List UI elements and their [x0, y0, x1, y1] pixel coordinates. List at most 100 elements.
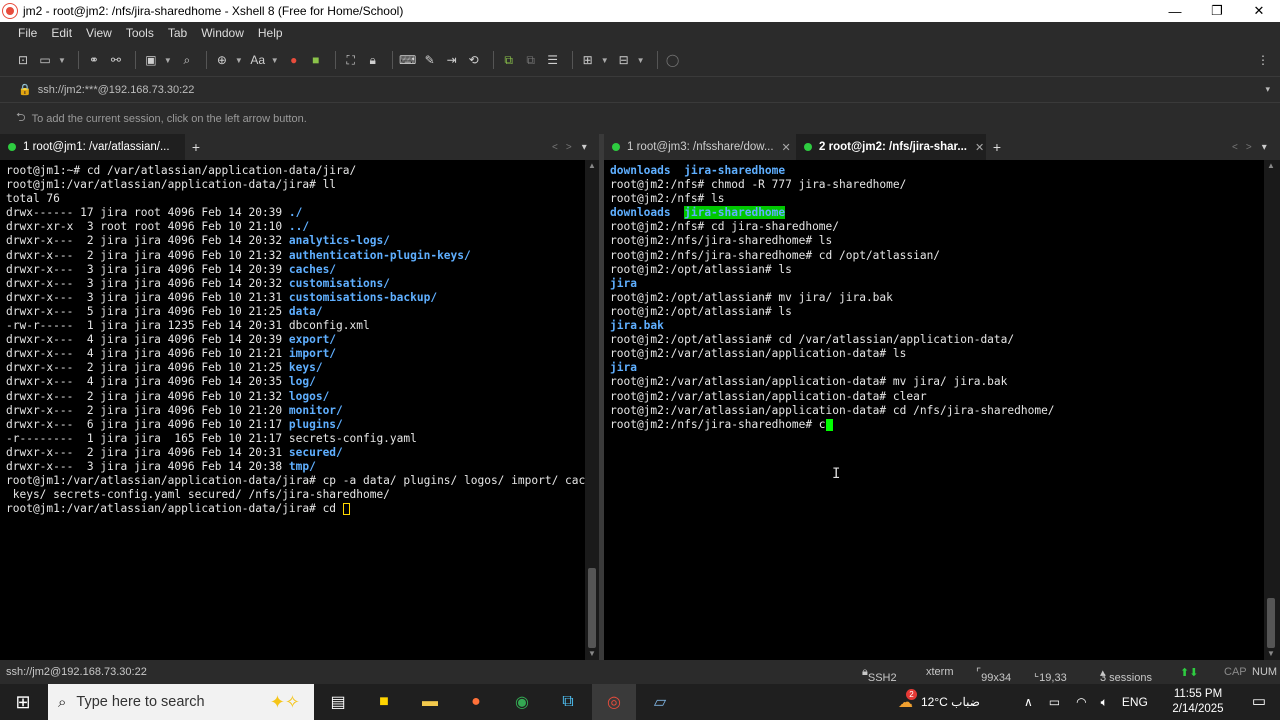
restore-button[interactable]: ❐ [1196, 0, 1238, 22]
terminal-line: drwxr-x--- 5 jira jira 4096 Feb 10 21:25… [6, 305, 585, 319]
layout-icon[interactable]: ⊟ [615, 51, 633, 69]
taskbar-search[interactable]: ⌕ Type here to search ✦✧ [48, 684, 314, 720]
terminal-line: drwxr-x--- 2 jira jira 4096 Feb 14 20:31… [6, 446, 585, 460]
menu-tab[interactable]: Tab [168, 26, 187, 40]
properties-icon[interactable]: ▣ [142, 51, 160, 69]
tab-prev-icon[interactable]: < [1232, 142, 1238, 153]
scroll-up-icon[interactable]: ▲ [585, 160, 599, 172]
tab-prev-icon[interactable]: < [552, 142, 558, 153]
volume-muted-icon[interactable]: 🔈︎ [1101, 695, 1108, 710]
chevron-down-icon[interactable]: ▼ [601, 56, 609, 65]
directory-name: downloads [610, 206, 671, 220]
connect-icon[interactable]: ⚭ [85, 51, 103, 69]
font-icon[interactable]: Aa [249, 51, 267, 69]
chevron-down-icon[interactable]: ▼ [637, 56, 645, 65]
menu-window[interactable]: Window [201, 26, 244, 40]
terminal-pane-right[interactable]: downloads jira-sharedhome root@jm2:/nfs# … [604, 160, 1264, 660]
battery-icon[interactable]: ▭ [1049, 695, 1060, 709]
menu-help[interactable]: Help [258, 26, 283, 40]
menu-tools[interactable]: Tools [126, 26, 154, 40]
chevron-down-icon[interactable]: ▾ [1265, 84, 1270, 95]
task-view-icon[interactable]: ▤ [316, 684, 360, 720]
add-session-arrow-icon[interactable]: ⮌ [16, 108, 26, 129]
terminal-output[interactable]: root@jm1:~# cd /var/atlassian/applicatio… [6, 164, 585, 516]
close-tab-icon[interactable]: ✕ [975, 141, 984, 154]
xftp-icon[interactable]: ■ [307, 51, 325, 69]
taskbar-clock[interactable]: 11:55 PM 2/14/2025 [1168, 687, 1228, 717]
menu-edit[interactable]: Edit [51, 26, 72, 40]
more-icon[interactable]: ⋮ [1254, 51, 1272, 69]
fullscreen-icon[interactable]: ⛶ [342, 51, 360, 69]
tile-icon[interactable]: ⧉ [500, 51, 518, 69]
terminal-output[interactable]: downloads jira-sharedhome root@jm2:/nfs# … [610, 164, 1055, 432]
disconnect-icon[interactable]: ⚯ [107, 51, 125, 69]
status-terminal: xterm [926, 666, 954, 678]
new-session-icon[interactable]: ⊡ [14, 51, 32, 69]
scroll-thumb[interactable] [1267, 598, 1275, 648]
chrome-icon[interactable]: ◉ [500, 684, 544, 720]
tab-list-icon[interactable]: ▾ [1262, 142, 1267, 153]
scroll-up-icon[interactable]: ▲ [1264, 160, 1278, 172]
globe-icon[interactable]: ⊕ [213, 51, 231, 69]
new-tab-icon[interactable]: ⊞ [579, 51, 597, 69]
scrollbar-left[interactable]: ▲ ▼ [585, 160, 599, 660]
minimize-button[interactable]: — [1154, 0, 1196, 22]
sticky-notes-icon[interactable]: ■ [362, 684, 406, 720]
add-tab-button[interactable]: + [185, 134, 207, 160]
weather-widget[interactable]: ☁ 2 12°C ضباب [898, 684, 980, 720]
chat-icon[interactable]: ◯ [664, 51, 682, 69]
address-text[interactable]: ssh://jm2:***@192.168.73.30:22 [38, 84, 195, 96]
chevron-down-icon[interactable]: ▼ [58, 56, 66, 65]
hint-text: To add the current session, click on the… [31, 112, 307, 125]
file-explorer-icon[interactable]: ▬ [408, 684, 452, 720]
address-bar[interactable]: 🔒 ssh://jm2:***@192.168.73.30:22 ▾ [0, 76, 1280, 102]
pencil-icon[interactable]: ✎ [421, 51, 439, 69]
tab-jm3[interactable]: 1 root@jm3: /nfsshare/dow... ✕ [604, 134, 796, 160]
xshell-taskbar-icon[interactable]: ◎ [592, 684, 636, 720]
windows-start-icon[interactable]: ⊞ [0, 684, 46, 720]
tab-jm1[interactable]: 1 root@jm1: /var/atlassian/... [0, 134, 185, 160]
terminal-line: root@jm2:/var/atlassian/application-data… [610, 375, 1055, 389]
directory-name: log/ [288, 375, 316, 389]
scrollbar-right[interactable]: ▲ ▼ [1264, 160, 1280, 660]
scroll-down-icon[interactable]: ▼ [1264, 648, 1278, 660]
tab-next-icon[interactable]: > [566, 142, 572, 153]
chevron-down-icon[interactable]: ▼ [164, 56, 172, 65]
keyboard-icon[interactable]: ⌨ [399, 51, 417, 69]
remote-desktop-icon[interactable]: ⧉ [546, 684, 590, 720]
tab-list-icon[interactable]: ▾ [582, 142, 587, 153]
tab-next-icon[interactable]: > [1246, 142, 1252, 153]
chevron-down-icon[interactable]: ▼ [235, 56, 243, 65]
notepad-icon[interactable]: ▱ [638, 684, 682, 720]
directory-name: tmp/ [288, 459, 316, 473]
search-icon[interactable]: ⌕ [178, 51, 196, 69]
status-sessions[interactable]: 3 sessions ▴ [1100, 666, 1152, 684]
tab-jm2[interactable]: 2 root@jm2: /nfs/jira-shar... ✕ [796, 134, 986, 160]
terminal-text: drwxr-x--- 3 jira jira 4096 Feb 14 20:32 [6, 276, 289, 290]
language-indicator[interactable]: ENG [1122, 695, 1148, 709]
scroll-down-icon[interactable]: ▼ [585, 648, 599, 660]
terminal-line: drwxr-x--- 4 jira jira 4096 Feb 14 20:35… [6, 375, 585, 389]
xshell-icon[interactable]: ● [285, 51, 303, 69]
send-icon[interactable]: ⇥ [443, 51, 461, 69]
notification-icon[interactable]: ▭ [1252, 692, 1266, 710]
chevron-down-icon[interactable]: ▼ [271, 56, 279, 65]
add-tab-button[interactable]: + [986, 134, 1008, 160]
chevron-up-icon[interactable]: ∧ [1024, 695, 1033, 709]
scroll-thumb[interactable] [588, 568, 596, 648]
script-icon[interactable]: ⟲ [465, 51, 483, 69]
close-tab-icon[interactable]: ✕ [782, 141, 791, 154]
terminal-line: root@jm2:/var/atlassian/application-data… [610, 404, 1055, 418]
terminal-pane-left[interactable]: root@jm1:~# cd /var/atlassian/applicatio… [0, 160, 585, 660]
open-folder-icon[interactable]: ▭ [36, 51, 54, 69]
close-button[interactable]: ✕ [1238, 0, 1280, 22]
lock-icon[interactable]: 🔒︎ [364, 51, 382, 69]
wifi-icon[interactable]: ◠ [1076, 695, 1086, 709]
terminal-line: root@jm2:/nfs# ls [610, 192, 1055, 206]
menu-view[interactable]: View [86, 26, 112, 40]
cascade-icon[interactable]: ⧉ [522, 51, 540, 69]
firefox-icon[interactable]: ● [454, 684, 498, 720]
xshell-app-icon[interactable] [3, 4, 17, 18]
compose-icon[interactable]: ☰ [544, 51, 562, 69]
menu-file[interactable]: File [18, 26, 37, 40]
